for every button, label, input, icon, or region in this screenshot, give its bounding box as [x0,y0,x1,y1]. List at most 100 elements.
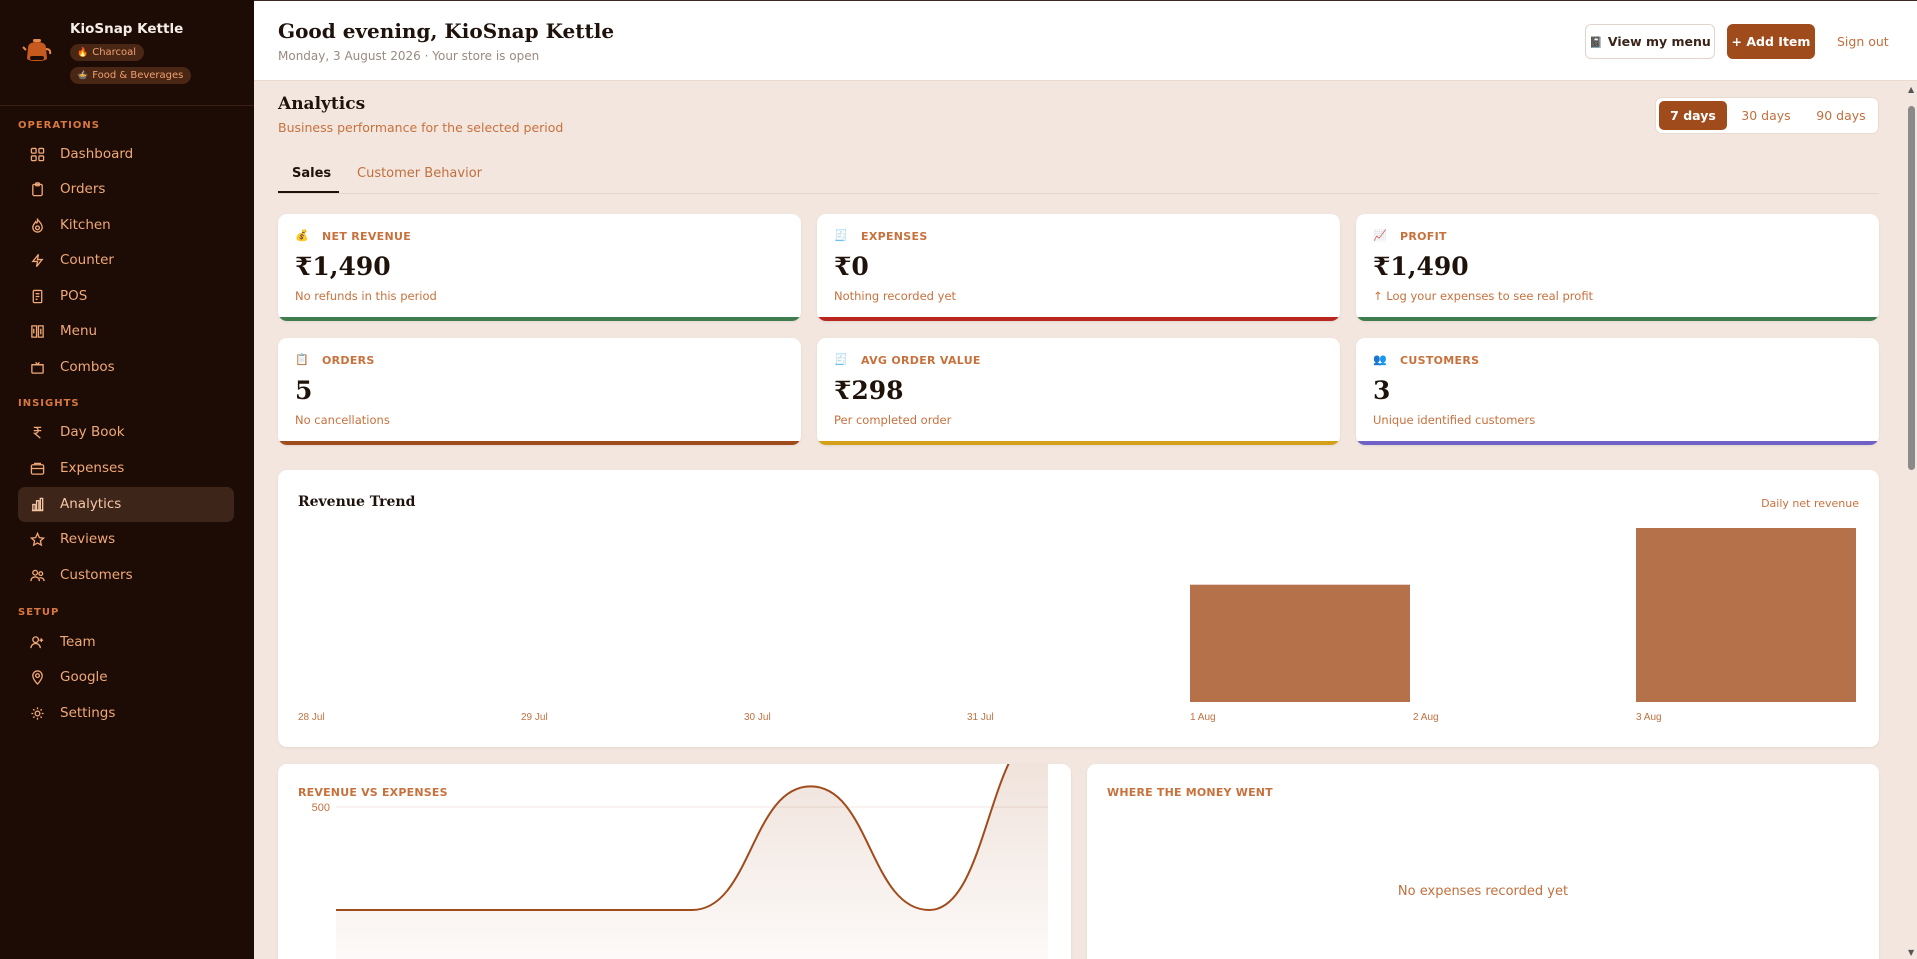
x-tick-label: 28 Jul [298,712,325,723]
kpi-value: ₹1,490 [1373,252,1469,281]
kpi-note: No cancellations [295,413,390,427]
team-icon [30,636,44,649]
top-bar: Good evening, KioSnap Kettle Monday, 3 A… [254,0,1917,81]
sidebar-item-label: Expenses [60,460,125,476]
kpi-note: No refunds in this period [295,289,437,303]
scrollbar-thumb[interactable] [1908,106,1915,470]
sidebar-item-expenses[interactable]: Expenses [18,451,234,486]
sidebar-item-dashboard[interactable]: Dashboard [18,137,234,172]
scroll-down-arrow-icon[interactable]: ▼ [1908,948,1914,957]
sidebar-item-combos[interactable]: Combos [18,350,234,385]
kpi-card-expenses: 🧾 EXPENSES ₹0 Nothing recorded yet [817,214,1340,321]
sidebar-item-label: Dashboard [60,146,134,162]
kpi-card-customers: 👥 CUSTOMERS 3 Unique identified customer… [1356,338,1879,445]
sidebar-item-label: Day Book [60,424,125,440]
revenue-trend-chart: 28 Jul 29 Jul 30 Jul 31 Jul 1 Aug 2 Aug 3 Aug [298,528,1856,723]
sidebar-item-label: Team [60,634,96,650]
sign-out-link[interactable]: Sign out [1837,34,1889,49]
x-tick-label: 1 Aug [1190,712,1216,723]
sidebar: KioSnap Kettle 🔥 Charcoal 🍲 Food & Beverag… [0,0,254,959]
star-icon [30,532,45,547]
range-7-days[interactable]: 7 days [1659,101,1727,130]
kpi-value: 5 [295,376,313,405]
x-tick-label: 3 Aug [1636,712,1662,723]
kpi-value: ₹298 [834,376,904,405]
clipboard-icon: 📋 [295,353,309,366]
revenue-trend-panel: Revenue Trend Daily net revenue 28 Jul 29… [278,470,1879,747]
kpi-label: ORDERS [322,354,375,367]
kpi-note: Unique identified customers [1373,413,1536,427]
kpi-accent-bar [817,441,1340,445]
page-title: Analytics [278,94,366,114]
sidebar-item-label: Analytics [60,496,122,512]
sidebar-item-label: Google [60,669,108,685]
range-30-days[interactable]: 30 days [1731,101,1801,130]
flame-icon: 🔥 [77,48,89,58]
kpi-note: ↑ Log your expenses to see real profit [1373,289,1594,303]
analytics-content: Analytics Business performance for the s… [254,82,1917,959]
flame-icon [32,218,43,233]
range-90-days[interactable]: 90 days [1805,101,1877,130]
kpi-label: AVG ORDER VALUE [861,354,981,367]
section-title-setup: SETUP [18,607,60,618]
kpi-value: 3 [1373,376,1391,405]
money-went-panel: WHERE THE MONEY WENT No expenses recorde… [1087,764,1879,959]
tab-sales[interactable]: Sales [292,166,331,181]
money-went-title: WHERE THE MONEY WENT [1107,786,1273,799]
wallet-icon [30,462,45,475]
revenue-line[interactable] [336,764,1048,912]
sidebar-item-label: Combos [60,359,115,375]
tab-customer-behavior[interactable]: Customer Behavior [357,166,482,181]
sidebar-item-counter[interactable]: Counter [18,243,234,278]
bolt-icon [31,253,44,268]
kpi-card-net-revenue: 💰 NET REVENUE ₹1,490 No refunds in this … [278,214,801,321]
sidebar-item-kitchen[interactable]: Kitchen [18,208,234,243]
sidebar-item-reviews[interactable]: Reviews [18,522,234,557]
kpi-accent-bar [278,317,801,321]
receipt-icon: 🧾 [834,353,848,366]
kpi-card-profit: 📈 PROFIT ₹1,490 ↑ Log your expenses to s… [1356,214,1879,321]
y-tick-label: 500 [312,802,330,814]
view-menu-button[interactable]: 📓 View my menu [1585,24,1715,59]
money-bag-icon: 💰 [295,229,309,242]
kettle-logo-icon [22,36,52,66]
sidebar-item-team[interactable]: Team [18,625,234,660]
sidebar-item-google[interactable]: Google [18,660,234,695]
bowl-icon: 🍲 [77,71,89,81]
sidebar-item-orders[interactable]: Orders [18,172,234,207]
add-item-button[interactable]: + Add Item [1727,24,1815,59]
analytics-tabs: Sales Customer Behavior [278,154,1879,194]
content-scrollbar[interactable]: ▲ ▼ [1906,82,1917,959]
sidebar-item-menu[interactable]: Menu [18,314,234,349]
receipt-icon [32,289,43,304]
x-tick-label: 30 Jul [744,712,771,723]
sidebar-item-settings[interactable]: Settings [18,696,234,731]
x-tick-label: 29 Jul [521,712,548,723]
revenue-bar[interactable] [1636,528,1856,702]
sidebar-item-analytics[interactable]: Analytics [18,487,234,522]
map-pin-icon [32,670,43,685]
revenue-vs-expenses-chart: 1000750500 [312,764,1048,959]
revenue-vs-expenses-panel: REVENUE VS EXPENSES 1000750500 [278,764,1071,959]
revenue-bar[interactable] [1190,584,1410,702]
kpi-note: Per completed order [834,413,952,427]
kpi-value: ₹1,490 [295,252,391,281]
scroll-up-arrow-icon[interactable]: ▲ [1908,85,1914,94]
brand-block: KioSnap Kettle 🔥 Charcoal 🍲 Food & Beverag… [0,0,254,106]
section-title-operations: OPERATIONS [18,120,100,131]
kpi-value: ₹0 [834,252,869,281]
sidebar-item-day-book[interactable]: Day Book [18,415,234,450]
active-tab-indicator [278,191,339,193]
kpi-accent-bar [1356,441,1879,445]
kpi-label: NET REVENUE [322,230,412,243]
kpi-card-avg-order-value: 🧾 AVG ORDER VALUE ₹298 Per completed ord… [817,338,1340,445]
sidebar-item-customers[interactable]: Customers [18,558,234,593]
rupee-icon [32,426,42,439]
sidebar-item-pos[interactable]: POS [18,279,234,314]
box-icon [31,361,44,374]
bar-chart-icon [31,497,44,512]
x-tick-label: 31 Jul [967,712,994,723]
sidebar-item-label: Orders [60,181,106,197]
sidebar-item-label: POS [60,288,88,304]
range-selector: 7 days 30 days 90 days [1655,97,1879,134]
